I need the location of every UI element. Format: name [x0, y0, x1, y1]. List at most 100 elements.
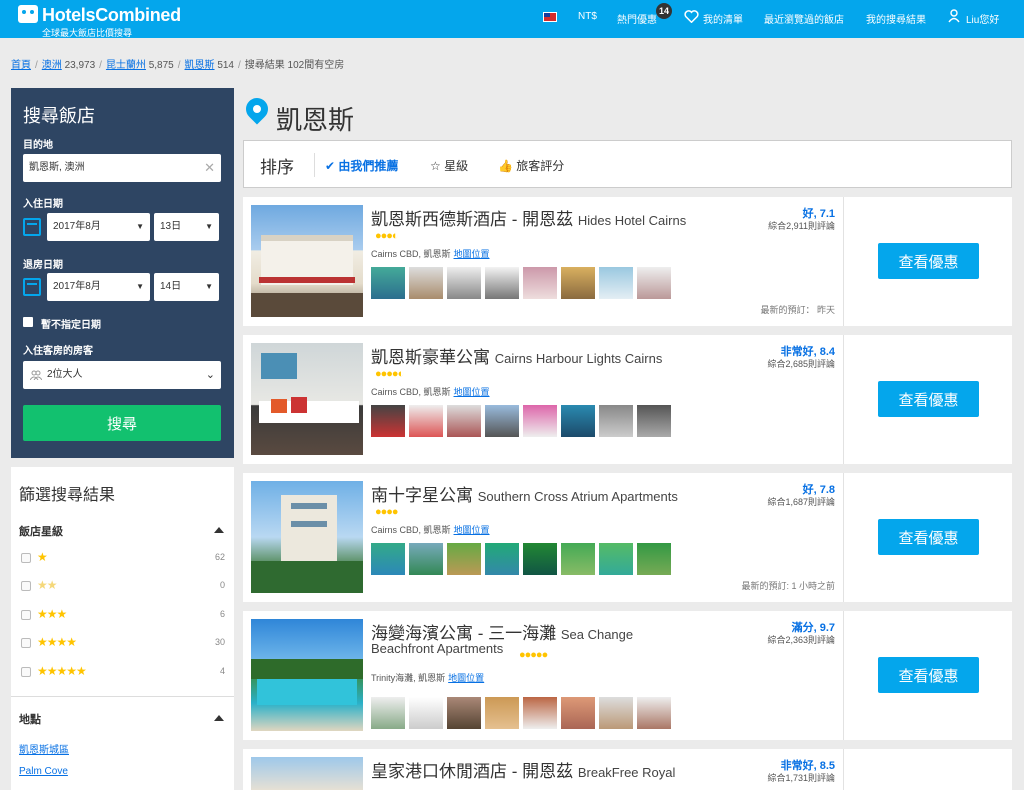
breadcrumb-queensland[interactable]: 昆士蘭州 — [106, 60, 146, 71]
search-button[interactable]: 搜尋 — [23, 405, 221, 441]
hotel-thumbnail[interactable] — [485, 543, 519, 575]
breadcrumb-cairns[interactable]: 凱恩斯 — [185, 60, 215, 71]
hotel-thumbnail[interactable] — [523, 697, 557, 729]
sort-recommended[interactable]: ✔ 由我們推薦 — [325, 157, 398, 174]
checkbox[interactable] — [21, 553, 31, 563]
checkbox[interactable] — [21, 638, 31, 648]
checkbox[interactable] — [21, 610, 31, 620]
star-filter-row[interactable]: ★★ 0 — [19, 578, 225, 594]
checkbox[interactable] — [21, 581, 31, 591]
hotel-thumbnail[interactable] — [409, 267, 443, 299]
location-link[interactable]: Palm Cove — [19, 766, 68, 777]
my-search-link[interactable]: 我的搜尋結果 — [866, 11, 926, 26]
hotel-thumbnail[interactable] — [523, 405, 557, 437]
map-link[interactable]: 地圖位置 — [448, 673, 484, 683]
clear-icon[interactable]: ✕ — [204, 154, 215, 182]
sort-stars[interactable]: ☆ 星級 — [430, 157, 468, 174]
checkin-day-select[interactable]: 13日 ▼ — [154, 213, 219, 241]
hotel-thumbnail[interactable] — [371, 543, 405, 575]
star-filter-row[interactable]: ★★★★ 30 — [19, 635, 225, 651]
currency-selector[interactable]: NT$ — [578, 11, 597, 22]
hot-deals-link[interactable]: 熱門優惠 — [617, 11, 657, 26]
hotel-thumbnail[interactable] — [371, 697, 405, 729]
hotel-thumbnail[interactable] — [371, 405, 405, 437]
user-icon[interactable] — [948, 9, 960, 23]
breadcrumb-australia[interactable]: 澳洲 — [42, 60, 62, 71]
calendar-icon[interactable] — [23, 218, 41, 236]
hotel-photo[interactable] — [251, 481, 363, 593]
view-deal-button[interactable]: 查看優惠 — [878, 657, 979, 693]
view-deal-button[interactable]: 查看優惠 — [878, 519, 979, 555]
hotel-thumbnail[interactable] — [599, 405, 633, 437]
star-filter-row[interactable]: ★★★★★ 4 — [19, 664, 225, 680]
hotel-thumbnail[interactable] — [637, 543, 671, 575]
hotel-thumbnail[interactable] — [409, 405, 443, 437]
wishlist-link[interactable]: 我的清單 — [703, 11, 743, 26]
hotel-thumbnail[interactable] — [447, 697, 481, 729]
map-link[interactable]: 地圖位置 — [454, 525, 490, 535]
user-greeting[interactable]: Liu您好 — [966, 11, 999, 26]
hotel-thumbnail[interactable] — [409, 543, 443, 575]
star-filter-heading[interactable]: 飯店星級 — [19, 523, 63, 539]
hotel-thumbnail[interactable] — [561, 697, 595, 729]
hotel-name-en: BreakFree Royal — [577, 765, 676, 780]
hotel-thumbnail[interactable] — [599, 543, 633, 575]
breadcrumb-home[interactable]: 首頁 — [11, 60, 31, 71]
hotel-photo[interactable] — [251, 205, 363, 317]
calendar-icon[interactable] — [23, 278, 41, 296]
location-filter-heading[interactable]: 地點 — [19, 711, 41, 727]
view-deal-button[interactable]: 查看優惠 — [878, 381, 979, 417]
hotel-name-zh: 凱恩斯西德斯酒店 - 開恩茲 — [371, 210, 574, 229]
guests-select[interactable]: 2位大人 ⌄ — [23, 361, 221, 389]
hotel-name[interactable]: 皇家港口休閒酒店 - 開恩茲 BreakFree Royal — [371, 757, 675, 782]
map-link[interactable]: 地圖位置 — [454, 249, 490, 259]
recently-viewed-link[interactable]: 最近瀏覽過的飯店 — [764, 11, 844, 26]
hotel-thumbnail[interactable] — [523, 543, 557, 575]
hotel-thumbnail[interactable] — [371, 267, 405, 299]
hotel-card: 海變海濱公寓 - 三一海灘 Sea Change Beachfront Apar… — [243, 611, 1012, 740]
hotel-card: 凱恩斯豪華公寓 Cairns Harbour Lights Cairns ●●●… — [243, 335, 1012, 464]
destination-input[interactable]: 凱恩斯, 澳洲 ✕ — [23, 154, 221, 182]
star-rating: ★★★★★ — [37, 664, 87, 678]
hotel-thumbnail[interactable] — [637, 405, 671, 437]
collapse-icon[interactable] — [214, 527, 224, 533]
view-deal-button[interactable]: 查看優惠 — [878, 243, 979, 279]
hotel-photo[interactable] — [251, 619, 363, 731]
collapse-icon[interactable] — [214, 715, 224, 721]
hotel-thumbnail[interactable] — [561, 543, 595, 575]
hotel-thumbnail[interactable] — [637, 697, 671, 729]
filter-count: 62 — [214, 552, 225, 562]
hotel-thumbnail[interactable] — [485, 697, 519, 729]
hotel-thumbnail[interactable] — [409, 697, 443, 729]
taiwan-flag-icon[interactable] — [543, 12, 557, 22]
heart-icon[interactable] — [684, 9, 699, 23]
logo[interactable]: HotelsCombined 全球最大飯店比價搜尋 — [18, 5, 181, 38]
hotel-thumbnail[interactable] — [561, 405, 595, 437]
star-filter-row[interactable]: ★★★ 6 — [19, 607, 225, 623]
hotel-name[interactable]: 南十字星公寓 Southern Cross Atrium Apartments — [371, 481, 678, 506]
hotel-name-en: Hides Hotel Cairns — [577, 213, 687, 228]
hotel-name[interactable]: 凱恩斯西德斯酒店 - 開恩茲 Hides Hotel Cairns — [371, 205, 686, 230]
hotel-name[interactable]: 凱恩斯豪華公寓 Cairns Harbour Lights Cairns — [371, 343, 662, 368]
hotel-thumbnail[interactable] — [485, 267, 519, 299]
map-link[interactable]: 地圖位置 — [454, 387, 490, 397]
hotel-thumbnail[interactable] — [523, 267, 557, 299]
hotel-thumbnail[interactable] — [599, 697, 633, 729]
checkin-month-select[interactable]: 2017年8月 ▼ — [47, 213, 150, 241]
hotel-thumbnail[interactable] — [447, 543, 481, 575]
no-date-checkbox[interactable] — [23, 317, 33, 327]
checkbox[interactable] — [21, 667, 31, 677]
hotel-thumbnail[interactable] — [485, 405, 519, 437]
hotel-thumbnail[interactable] — [447, 405, 481, 437]
hotel-thumbnail[interactable] — [637, 267, 671, 299]
hotel-photo[interactable] — [251, 343, 363, 455]
hotel-photo[interactable] — [251, 757, 363, 790]
location-link[interactable]: 凱恩斯城區 — [19, 741, 69, 756]
star-filter-row[interactable]: ★ 62 — [19, 550, 225, 566]
hotel-thumbnail[interactable] — [599, 267, 633, 299]
checkout-month-select[interactable]: 2017年8月 ▼ — [47, 273, 150, 301]
sort-rating[interactable]: 👍 旅客評分 — [498, 157, 564, 174]
hotel-thumbnail[interactable] — [447, 267, 481, 299]
checkout-day-select[interactable]: 14日 ▼ — [154, 273, 219, 301]
hotel-thumbnail[interactable] — [561, 267, 595, 299]
